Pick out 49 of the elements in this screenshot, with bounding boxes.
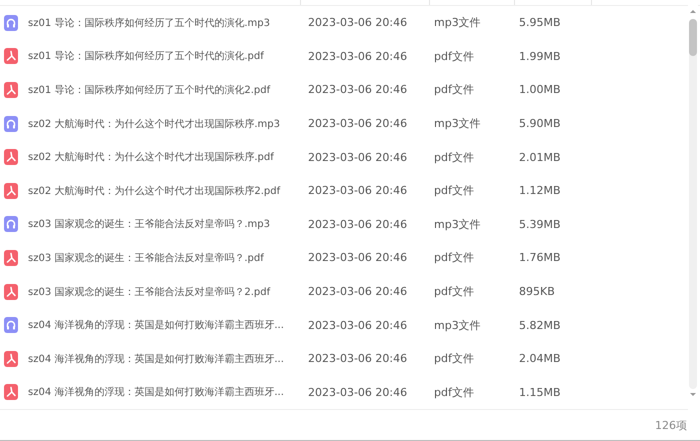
file-name[interactable]: sz03 国家观念的诞生：王爷能合法反对皇帝吗？.pdf <box>28 252 264 264</box>
modified-date: 2023-03-06 20:46 <box>308 50 408 63</box>
file-name[interactable]: sz02 大航海时代：为什么这个时代才出现国际秩序2.pdf <box>28 186 280 197</box>
file-type: mp3文件 <box>434 117 481 130</box>
file-size: 5.39MB <box>519 218 561 231</box>
file-type: pdf文件 <box>434 50 474 63</box>
file-size: 2.04MB <box>519 352 561 366</box>
modified-date: 2023-03-06 20:46 <box>308 251 408 264</box>
file-type: mp3文件 <box>434 218 481 231</box>
file-name[interactable]: sz04 海洋视角的浮现：英国是如何打败海洋霸主西班牙... <box>28 354 284 365</box>
file-size: 5.95MB <box>519 16 561 30</box>
file-name[interactable]: sz02 大航海时代：为什么这个时代才出现国际秩序.mp3 <box>28 118 280 130</box>
modified-date: 2023-03-06 20:46 <box>308 150 408 164</box>
modified-date: 2023-03-06 20:46 <box>308 386 408 399</box>
file-type: pdf文件 <box>434 386 474 399</box>
file-name[interactable]: sz01 导论：国际秩序如何经历了五个时代的演化.mp3 <box>28 18 270 29</box>
file-size: 1.76MB <box>519 251 561 264</box>
file-type: pdf文件 <box>434 285 474 298</box>
modified-date: 2023-03-06 20:46 <box>308 285 408 298</box>
file-size: 5.82MB <box>519 318 561 332</box>
file-name[interactable]: sz01 导论：国际秩序如何经历了五个时代的演化.pdf <box>28 51 264 62</box>
modified-date: 2023-03-06 20:46 <box>308 117 408 130</box>
modified-date: 2023-03-06 20:46 <box>308 352 408 366</box>
file-size: 1.15MB <box>519 386 561 399</box>
file-type: mp3文件 <box>434 16 481 30</box>
file-name[interactable]: sz04 海洋视角的浮现：英国是如何打败海洋霸主西班牙... <box>28 320 284 332</box>
modified-date: 2023-03-06 20:46 <box>308 16 408 30</box>
file-size: 5.90MB <box>519 117 561 130</box>
file-size: 1.12MB <box>519 184 561 198</box>
modified-date: 2023-03-06 20:46 <box>308 218 408 231</box>
file-type: pdf文件 <box>434 150 474 164</box>
file-name[interactable]: sz04 海洋视角的浮现：英国是如何打败海洋霸主西班牙... <box>28 387 284 398</box>
file-type: mp3文件 <box>434 318 481 332</box>
modified-date: 2023-03-06 20:46 <box>308 83 408 96</box>
modified-date: 2023-03-06 20:46 <box>308 318 408 332</box>
file-name[interactable]: sz03 国家观念的诞生：王爷能合法反对皇帝吗？2.pdf <box>28 286 270 298</box>
file-name[interactable]: sz01 导论：国际秩序如何经历了五个时代的演化2.pdf <box>28 84 270 96</box>
file-size: 1.99MB <box>519 50 561 63</box>
file-type: pdf文件 <box>434 184 474 198</box>
file-name[interactable]: sz03 国家观念的诞生：王爷能合法反对皇帝吗？.mp3 <box>28 219 270 230</box>
file-size: 2.01MB <box>519 150 561 164</box>
file-size: 895KB <box>519 285 555 298</box>
item-count: 126项 <box>655 418 687 433</box>
file-type: pdf文件 <box>434 251 474 264</box>
modified-date: 2023-03-06 20:46 <box>308 184 408 198</box>
file-type: pdf文件 <box>434 83 474 96</box>
file-name[interactable]: sz02 大航海时代：为什么这个时代才出现国际秩序.pdf <box>28 152 274 164</box>
file-type: pdf文件 <box>434 352 474 366</box>
file-size: 1.00MB <box>519 83 561 96</box>
